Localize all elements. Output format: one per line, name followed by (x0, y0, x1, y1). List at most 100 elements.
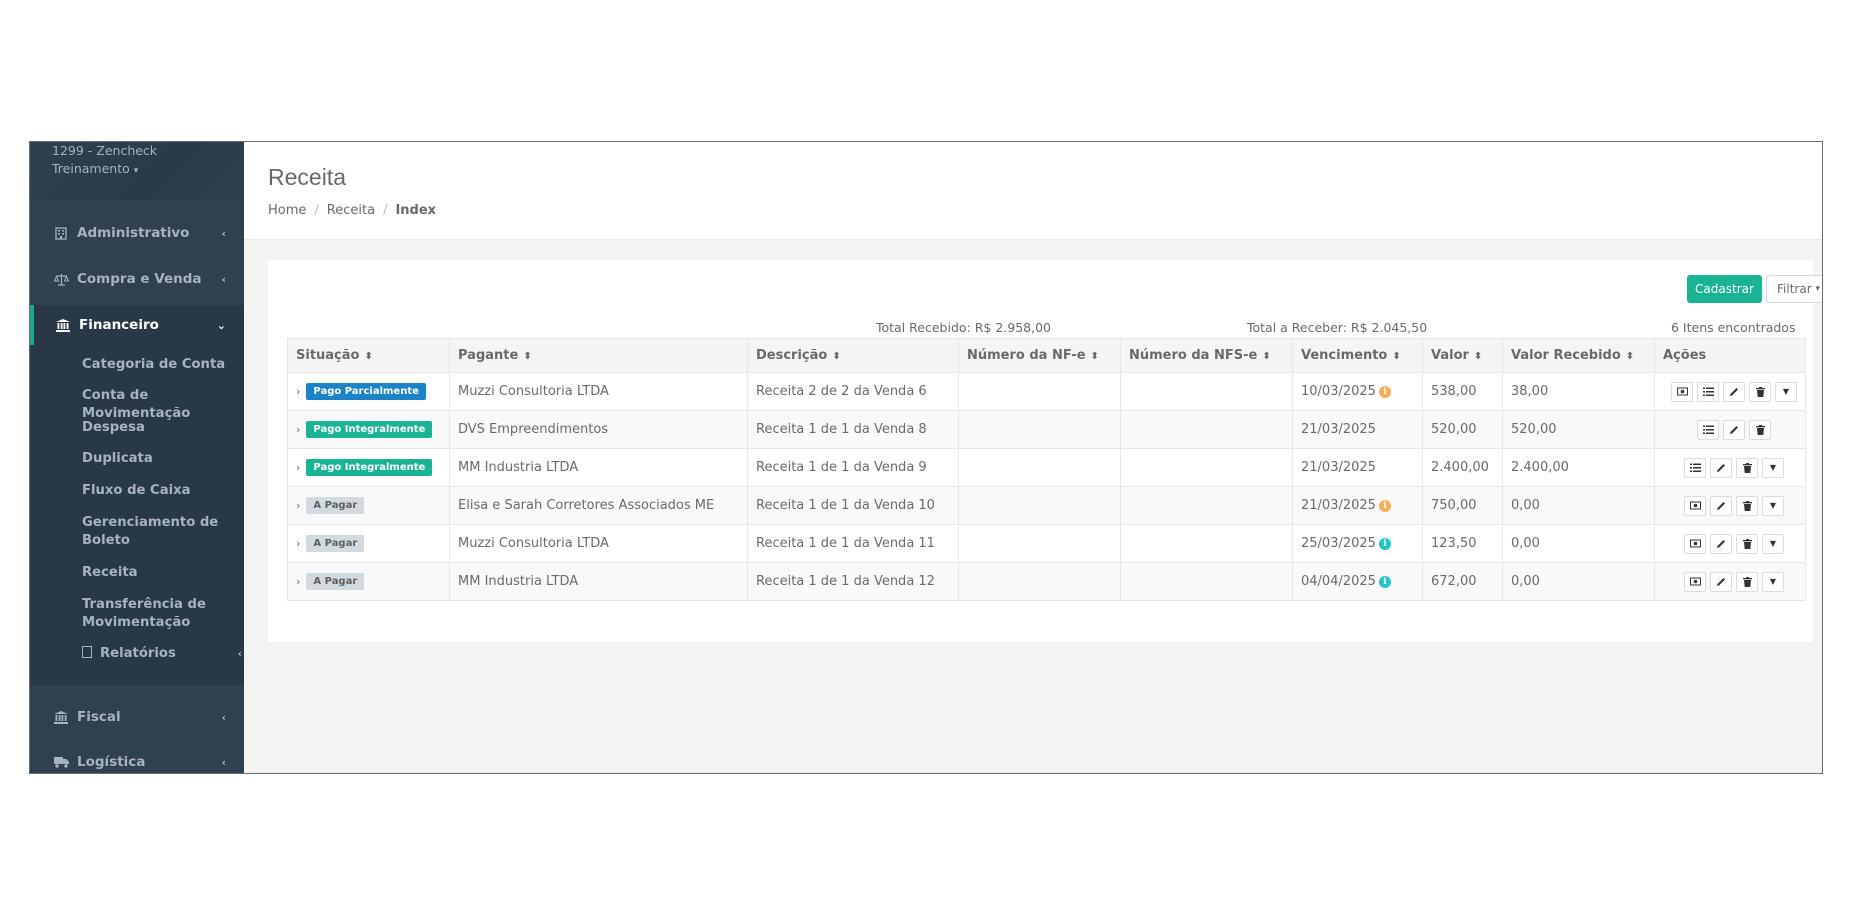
pencil-action-button[interactable] (1710, 457, 1732, 478)
list-icon (1702, 425, 1714, 435)
trash-action-button[interactable] (1749, 381, 1771, 402)
cell-valor-recebido: 0,00 (1502, 486, 1655, 525)
bank-icon (54, 318, 72, 332)
chevron-right-icon[interactable]: › (296, 575, 300, 588)
row-actions: ▼ (1663, 457, 1805, 478)
cell-valor: 538,00 (1422, 372, 1503, 411)
caret-down-icon: ▼ (1769, 539, 1777, 548)
pencil-action-button[interactable] (1710, 571, 1732, 592)
sort-icon: ⬍ (1473, 351, 1483, 362)
chevron-right-icon[interactable]: › (296, 385, 300, 398)
cell-valor-recebido: 520,00 (1502, 410, 1655, 449)
row-actions: ▼ (1663, 571, 1805, 592)
table-row[interactable]: › A Pagar MM Industria LTDA Receita 1 de … (287, 562, 1806, 601)
info-icon[interactable]: i (1378, 537, 1391, 550)
sort-icon: ⬍ (1625, 351, 1635, 362)
cell-nfse (1120, 448, 1293, 487)
items-count: 6 Itens encontrados (1671, 320, 1796, 335)
caret-down-action-button[interactable]: ▼ (1775, 381, 1797, 402)
sidebar-subitem-despesa[interactable]: Despesa (82, 419, 242, 437)
table-header-row: Situação ⬍ Pagante ⬍ Descrição ⬍ Número da … (287, 338, 1806, 373)
sidebar-subitem-conta-de-movimentacao[interactable]: Conta de Movimentação (82, 387, 242, 423)
sidebar-item-financeiro[interactable]: Financeiro ⌄ (30, 305, 244, 345)
sidebar-subitem-receita[interactable]: Receita (82, 564, 242, 582)
cell-acoes: ▼ (1654, 448, 1806, 487)
chevron-left-icon: ‹ (221, 272, 226, 286)
sidebar-subitem-fluxo-de-caixa[interactable]: Fluxo de Caixa (82, 482, 242, 500)
pencil-action-button[interactable] (1723, 419, 1745, 440)
list-action-button[interactable] (1684, 457, 1706, 478)
cell-pagante: Muzzi Consultoria LTDA (449, 524, 748, 563)
sort-icon: ⬍ (523, 351, 532, 362)
money-action-button[interactable] (1684, 533, 1706, 554)
vencimento-date: 21/03/2025 (1301, 460, 1376, 475)
pencil-action-button[interactable] (1710, 533, 1732, 554)
column-header-numero-nfe[interactable]: Número da NF-e ⬍ (958, 338, 1121, 373)
pencil-action-button[interactable] (1710, 495, 1732, 516)
table-row[interactable]: › A Pagar Muzzi Consultoria LTDA Receita … (287, 524, 1806, 563)
column-header-descricao[interactable]: Descrição ⬍ (747, 338, 959, 373)
cell-descricao: Receita 1 de 1 da Venda 11 (747, 524, 959, 563)
sidebar-subitem-label: Relatórios (100, 646, 176, 661)
sidebar-subitem-categoria-de-conta[interactable]: Categoria de Conta (82, 356, 242, 374)
sidebar-item-compra-e-venda[interactable]: Compra e Venda ‹ (30, 259, 244, 299)
info-icon[interactable]: i (1378, 385, 1391, 398)
cadastrar-button[interactable]: Cadastrar (1687, 275, 1762, 303)
sidebar-item-administrativo[interactable]: Administrativo ‹ (30, 213, 244, 253)
caret-down-action-button[interactable]: ▼ (1762, 457, 1784, 478)
cell-nfse (1120, 486, 1293, 525)
trash-action-button[interactable] (1736, 495, 1758, 516)
sidebar-item-fiscal[interactable]: Fiscal ‹ (30, 697, 244, 737)
money-action-button[interactable] (1684, 495, 1706, 516)
sidebar-subitem-transferencia-de-movimentacao[interactable]: Transferência de Movimentação (82, 596, 222, 632)
table-row[interactable]: › Pago Integralmente DVS Empreendimentos … (287, 410, 1806, 449)
cell-vencimento: 25/03/2025 i (1292, 524, 1423, 563)
caret-down-action-button[interactable]: ▼ (1762, 533, 1784, 554)
sidebar-subitem-gerenciamento-de-boleto[interactable]: Gerenciamento de Boleto (82, 514, 222, 550)
cell-descricao: Receita 1 de 1 da Venda 12 (747, 562, 959, 601)
row-actions (1663, 419, 1805, 440)
trash-action-button[interactable] (1749, 419, 1771, 440)
list-action-button[interactable] (1697, 381, 1719, 402)
filtrar-dropdown-button[interactable]: Filtrar ▾ (1766, 275, 1822, 303)
column-header-pagante[interactable]: Pagante ⬍ (449, 338, 748, 373)
caret-down-action-button[interactable]: ▼ (1762, 495, 1784, 516)
breadcrumb-home[interactable]: Home (268, 203, 306, 218)
status-badge: Pago Integralmente (306, 459, 433, 476)
table-row[interactable]: › A Pagar Elisa e Sarah Corretores Associ… (287, 486, 1806, 525)
money-action-button[interactable] (1671, 381, 1693, 402)
pencil-icon (1716, 539, 1726, 549)
cell-descricao: Receita 1 de 1 da Venda 10 (747, 486, 959, 525)
money-action-button[interactable] (1684, 571, 1706, 592)
column-header-valor-recebido[interactable]: Valor Recebido ⬍ (1502, 338, 1655, 373)
sidebar-item-logistica[interactable]: Logística ‹ (30, 742, 244, 773)
table-row[interactable]: › Pago Integralmente MM Industria LTDA Re… (287, 448, 1806, 487)
column-header-numero-nfse[interactable]: Número da NFS-e ⬍ (1120, 338, 1293, 373)
info-icon[interactable]: i (1378, 575, 1391, 588)
vencimento-date: 21/03/2025 (1301, 498, 1376, 513)
breadcrumb-receita[interactable]: Receita (327, 203, 375, 218)
trash-action-button[interactable] (1736, 457, 1758, 478)
list-icon (1702, 387, 1714, 397)
column-header-valor[interactable]: Valor ⬍ (1422, 338, 1503, 373)
scale-icon (52, 272, 70, 286)
pencil-action-button[interactable] (1723, 381, 1745, 402)
caret-down-action-button[interactable]: ▼ (1762, 571, 1784, 592)
info-icon[interactable]: i (1378, 499, 1391, 512)
column-header-vencimento[interactable]: Vencimento ⬍ (1292, 338, 1423, 373)
sidebar-subitem-duplicata[interactable]: Duplicata (82, 450, 242, 468)
status-badge: Pago Integralmente (306, 421, 433, 438)
table-row[interactable]: › Pago Parcialmente Muzzi Consultoria LTD… (287, 372, 1806, 411)
cell-nfse (1120, 372, 1293, 411)
account-switcher[interactable]: 1299 - Zencheck Treinamento ▾ (30, 142, 244, 200)
chevron-right-icon[interactable]: › (296, 499, 300, 512)
trash-action-button[interactable] (1736, 533, 1758, 554)
list-action-button[interactable] (1697, 419, 1719, 440)
sidebar-subitem-relatorios[interactable]: Relatórios ‹ (82, 645, 242, 663)
trash-action-button[interactable] (1736, 571, 1758, 592)
chevron-right-icon[interactable]: › (296, 423, 300, 436)
chevron-right-icon[interactable]: › (296, 461, 300, 474)
breadcrumb-current: Index (395, 203, 437, 218)
chevron-right-icon[interactable]: › (296, 537, 300, 550)
column-header-situacao[interactable]: Situação ⬍ (287, 338, 450, 373)
